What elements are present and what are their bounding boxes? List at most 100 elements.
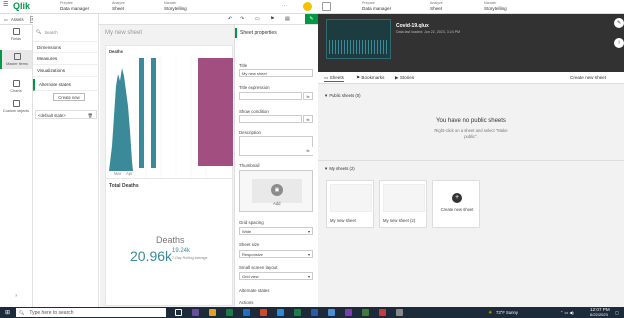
done-editing-button[interactable]: ✎ xyxy=(305,14,318,24)
narrate-menu[interactable]: Narrate Storytelling xyxy=(164,1,187,11)
chrome-icon[interactable] xyxy=(260,309,267,316)
app-icon[interactable] xyxy=(328,309,335,316)
prepare-value: Data manager xyxy=(60,6,90,11)
grid-spacing-label: Grid spacing xyxy=(239,220,264,225)
create-new-sheet-card[interactable]: + Create new sheet xyxy=(432,180,480,228)
bookmark-icon[interactable]: ⚑ xyxy=(270,16,274,22)
alternate-states-label[interactable]: Alternate states xyxy=(239,288,270,293)
teams-icon[interactable] xyxy=(192,309,199,316)
outlook-icon[interactable] xyxy=(243,309,250,316)
task-view-icon[interactable] xyxy=(175,309,182,316)
asset-item-alternate-states[interactable]: Alternate states xyxy=(33,79,99,91)
x-tick-apr: Apr xyxy=(126,171,133,176)
notification-icon[interactable]: ▢ xyxy=(615,310,619,315)
right-analyze-menu[interactable]: Analyze Sheet xyxy=(430,1,443,11)
sheet-card-2[interactable]: My new sheet (2) xyxy=(379,180,427,228)
clock-date[interactable]: 6/22/2023 xyxy=(590,312,608,317)
edit-icon[interactable]: ✎ xyxy=(614,18,624,28)
red-app-icon[interactable] xyxy=(379,309,386,316)
analyze-menu[interactable]: Analyze Sheet xyxy=(112,1,125,11)
nav-custom-objects[interactable]: Custom objects xyxy=(0,100,32,113)
no-public-line1: Right-click on a sheet and select "Make xyxy=(434,128,508,133)
tab-assets[interactable]: Assets xyxy=(11,17,24,22)
public-sheets-header[interactable]: ▼ Public sheets (0) xyxy=(324,93,361,98)
nav-fields[interactable]: Fields xyxy=(0,28,32,41)
create-new-button[interactable]: Create new xyxy=(53,93,85,101)
my-sheets-header[interactable]: ▼ My sheets (2) xyxy=(324,166,355,171)
total-deaths-card[interactable]: Total Deaths Deaths 20.96k 19.24k 7-Day … xyxy=(105,178,233,306)
trash-icon[interactable]: 🗑︎ xyxy=(88,111,93,120)
tab-bookmarks[interactable]: ⚑ Bookmarks xyxy=(356,75,384,81)
default-state-item[interactable]: <default state> 🗑︎ xyxy=(35,110,97,119)
tab-stories[interactable]: ▶ Stories xyxy=(395,75,414,81)
image-icon: ▣ xyxy=(271,184,283,196)
weather-text[interactable]: 73°F Sunny xyxy=(496,310,518,315)
green-app-icon[interactable] xyxy=(362,309,369,316)
prepare-menu[interactable]: Prepare Data manager xyxy=(60,1,89,11)
more-icon[interactable]: ⋯ xyxy=(282,3,287,9)
create-new-sheet-link[interactable]: Create new sheet xyxy=(570,75,606,80)
description-fx-button[interactable]: fx xyxy=(303,147,313,155)
grey-app-icon[interactable] xyxy=(396,309,403,316)
show-condition-input[interactable] xyxy=(239,115,302,123)
app-nav-icon[interactable] xyxy=(322,2,331,11)
narrate-value: Storytelling xyxy=(164,6,187,11)
right-topbar: Prepare Data manager Analyze Sheet Narrate… xyxy=(318,0,624,14)
actions-label[interactable]: Actions xyxy=(239,300,253,305)
asset-search[interactable]: 🔍︎ Search xyxy=(36,28,96,36)
asset-item-measures[interactable]: Measures xyxy=(33,53,99,65)
description-input[interactable] xyxy=(239,136,313,156)
word-icon[interactable] xyxy=(311,309,318,316)
tray-icons[interactable]: ⌃ ▭ ◀) xyxy=(560,310,574,315)
link-icon xyxy=(13,53,21,60)
undo-icon[interactable]: ↶ xyxy=(228,16,232,22)
right-prepare-menu[interactable]: Prepare Data manager xyxy=(362,1,391,11)
file-explorer-icon[interactable] xyxy=(209,309,216,316)
asset-item-dimensions[interactable]: Dimensions xyxy=(33,41,99,53)
sheet-card-1-thumb xyxy=(330,184,372,212)
taskbar-search-input[interactable]: Type here to search xyxy=(29,310,73,316)
title-input[interactable]: My new sheet xyxy=(239,69,313,77)
kpi-label: Deaths xyxy=(156,235,185,245)
tab-sheets[interactable]: ▭ Sheets xyxy=(324,75,344,82)
edge-icon[interactable] xyxy=(277,309,284,316)
nav-charts[interactable]: Charts xyxy=(0,80,32,93)
avatar[interactable] xyxy=(303,2,312,11)
title-expression-input[interactable] xyxy=(239,92,302,100)
title-label: Title xyxy=(239,63,248,68)
windows-start-icon[interactable]: ⊞ xyxy=(5,309,10,316)
teal-bar-1 xyxy=(139,58,144,168)
small-screen-select[interactable]: Grid view xyxy=(239,272,313,280)
taskbar-search[interactable]: 🔍︎ Type here to search xyxy=(16,308,166,317)
analyze-value: Sheet xyxy=(112,6,125,11)
sheets-icon[interactable]: ▤ xyxy=(285,16,290,22)
info-icon[interactable]: i xyxy=(614,38,624,48)
deaths-chart-card[interactable]: Deaths Mar Apr 2020 xyxy=(105,45,233,197)
sheet-canvas: My new sheet Deaths Mar Apr 2020 Total D… xyxy=(100,25,234,307)
show-condition-fx-button[interactable]: fx xyxy=(303,115,313,123)
description-label: Description xyxy=(239,130,261,135)
title-expression-label: Title expression xyxy=(239,85,270,90)
redo-icon[interactable]: ↷ xyxy=(240,16,244,22)
excel-icon[interactable] xyxy=(226,309,233,316)
thumbnail-label: Thumbnail xyxy=(239,163,260,168)
total-deaths-title: Total Deaths xyxy=(109,183,139,189)
onenote-icon[interactable] xyxy=(345,309,352,316)
asset-search-input[interactable]: Search xyxy=(44,30,57,35)
thumbnail-box[interactable]: ▣ Add xyxy=(239,170,313,212)
help-icon[interactable]: ? xyxy=(0,294,32,298)
sheet-size-select[interactable]: Responsive xyxy=(239,250,313,258)
grid-spacing-select[interactable]: Wide xyxy=(239,227,313,235)
device-icon[interactable]: ▭ xyxy=(255,16,260,22)
kpi-value: 20.96k xyxy=(130,248,173,264)
thumbnail-add-button[interactable]: Add xyxy=(273,201,280,206)
right-narrate-menu[interactable]: Narrate Storytelling xyxy=(484,1,507,11)
excel-icon-2[interactable] xyxy=(294,309,301,316)
menu-icon[interactable]: ☰ xyxy=(3,1,8,8)
nav-master-items[interactable]: Master items xyxy=(0,50,32,69)
properties-panel: Sheet properties Title My new sheet Titl… xyxy=(234,25,317,307)
sheet-card-1[interactable]: My new sheet xyxy=(326,180,374,228)
sheet-card-2-title: My new sheet (2) xyxy=(383,218,416,223)
asset-item-visualizations[interactable]: Visualizations xyxy=(33,65,99,77)
title-expression-fx-button[interactable]: fx xyxy=(303,92,313,100)
